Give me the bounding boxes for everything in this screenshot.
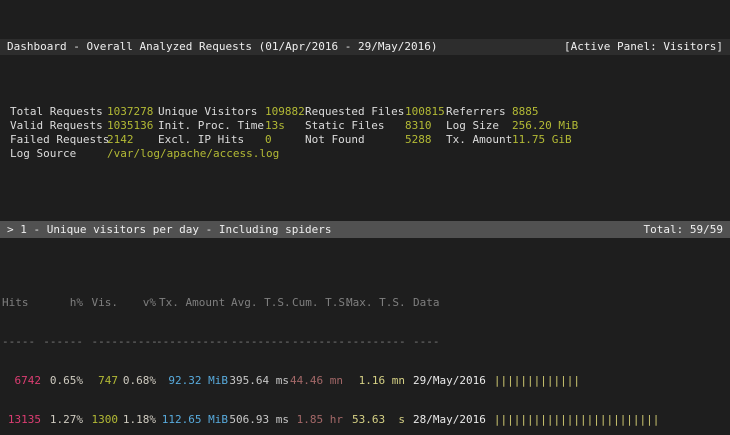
visitor-row[interactable]: 131351.27%13001.18%112.65 MiB506.93 ms1.… bbox=[0, 413, 730, 426]
col-header-hits-pct: h% bbox=[41, 296, 83, 309]
max-ts-cell: 1.16 mn bbox=[343, 374, 405, 387]
summary-label: Referrers bbox=[446, 105, 512, 119]
summary-label: Static Files bbox=[305, 119, 405, 133]
cum-ts-cell: 44.46 mn bbox=[289, 374, 343, 387]
visitors-cell: 1300 bbox=[83, 413, 118, 426]
title-bar: Dashboard - Overall Analyzed Requests (0… bbox=[0, 39, 730, 55]
panel-total: Total: 59/59 bbox=[644, 221, 723, 238]
goaccess-dashboard: Dashboard - Overall Analyzed Requests (0… bbox=[0, 0, 730, 435]
summary-value: 11.75 GiB bbox=[512, 133, 730, 147]
summary-value: 13s bbox=[265, 119, 305, 133]
visitors-table: Hits h% Vis. v% Tx. Amount Avg. T.S. Cum… bbox=[0, 270, 730, 435]
date-cell: 29/May/2016 bbox=[413, 374, 486, 387]
hits-cell: 13135 bbox=[0, 413, 41, 426]
summary-value: 109882 bbox=[265, 105, 305, 119]
active-panel-indicator: [Active Panel: Visitors] bbox=[564, 39, 723, 55]
summary-value: 1035136 bbox=[107, 119, 158, 133]
tx-amount-cell: 112.65 MiB bbox=[156, 413, 228, 426]
summary-label: Requested Files bbox=[305, 105, 405, 119]
cum-ts-cell: 1.85 hr bbox=[289, 413, 343, 426]
visitors-pct-cell: 1.18% bbox=[118, 413, 156, 426]
divider-row: ----- ------ ---- ------ ----------- ---… bbox=[0, 335, 730, 348]
tx-amount-cell: 92.32 MiB bbox=[156, 374, 228, 387]
bar-chart: ||||||||||||| bbox=[494, 374, 580, 387]
visitors-pct-cell: 0.68% bbox=[118, 374, 156, 387]
col-header-avg-ts: Avg. T.S. bbox=[228, 296, 289, 309]
avg-ts-cell: 395.64 ms bbox=[228, 374, 289, 387]
panel-header-visitors[interactable]: > 1 - Unique visitors per day - Includin… bbox=[0, 221, 730, 238]
log-source-label: Log Source bbox=[10, 147, 107, 161]
log-source-path: /var/log/apache/access.log bbox=[107, 147, 730, 161]
summary-value: 8310 bbox=[405, 119, 446, 133]
date-cell: 28/May/2016 bbox=[413, 413, 486, 426]
summary-value: 2142 bbox=[107, 133, 158, 147]
summary-value: 8885 bbox=[512, 105, 730, 119]
summary-label: Init. Proc. Time bbox=[158, 119, 265, 133]
summary-value: 1037278 bbox=[107, 105, 158, 119]
col-header-max-ts: Max. T.S. bbox=[343, 296, 405, 309]
col-header-data: Data bbox=[405, 296, 730, 309]
col-header-visitors: Vis. bbox=[83, 296, 118, 309]
col-header-tx-amount: Tx. Amount bbox=[156, 296, 228, 309]
visitor-row[interactable]: 67420.65%7470.68%92.32 MiB395.64 ms44.46… bbox=[0, 374, 730, 387]
visitors-cell: 747 bbox=[83, 374, 118, 387]
col-header-hits: Hits bbox=[0, 296, 41, 309]
hits-pct-cell: 0.65% bbox=[41, 374, 83, 387]
summary-value: 100815 bbox=[405, 105, 446, 119]
summary-label: Excl. IP Hits bbox=[158, 133, 265, 147]
dashboard-title: Dashboard - Overall Analyzed Requests (0… bbox=[7, 39, 437, 55]
col-header-visitors-pct: v% bbox=[118, 296, 156, 309]
summary-label: Failed Requests bbox=[10, 133, 107, 147]
summary-label: Tx. Amount bbox=[446, 133, 512, 147]
column-header-row: Hits h% Vis. v% Tx. Amount Avg. T.S. Cum… bbox=[0, 296, 730, 309]
summary-label: Unique Visitors bbox=[158, 105, 265, 119]
summary-value: 5288 bbox=[405, 133, 446, 147]
hits-cell: 6742 bbox=[0, 374, 41, 387]
bar-chart: ||||||||||||||||||||||||| bbox=[494, 413, 660, 426]
summary-value: 0 bbox=[265, 133, 305, 147]
avg-ts-cell: 506.93 ms bbox=[228, 413, 289, 426]
col-header-cum-ts: Cum. T.S. bbox=[289, 296, 343, 309]
summary-label: Valid Requests bbox=[10, 119, 107, 133]
panel-title: > 1 - Unique visitors per day - Includin… bbox=[7, 221, 332, 238]
hits-pct-cell: 1.27% bbox=[41, 413, 83, 426]
summary-label: Log Size bbox=[446, 119, 512, 133]
summary-label: Total Requests bbox=[10, 105, 107, 119]
summary-section: Total Requests1037278Unique Visitors1098… bbox=[0, 105, 730, 161]
max-ts-cell: 53.63 s bbox=[343, 413, 405, 426]
summary-label: Not Found bbox=[305, 133, 405, 147]
summary-value: 256.20 MiB bbox=[512, 119, 730, 133]
